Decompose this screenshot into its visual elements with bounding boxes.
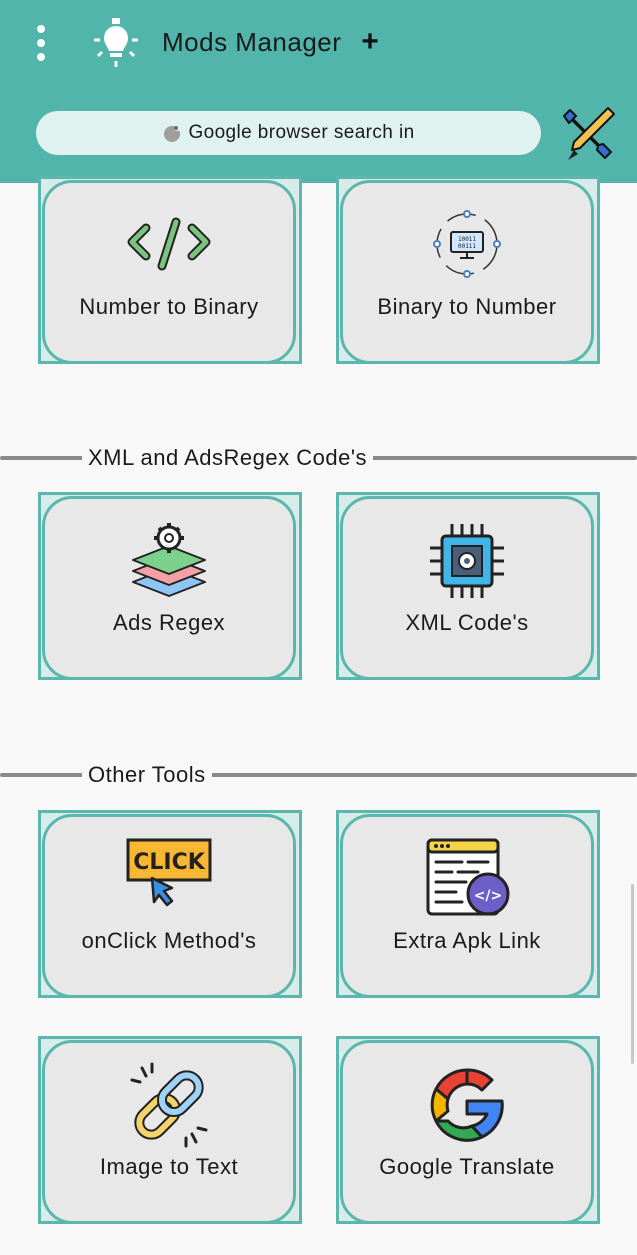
app-title: Mods Manager (162, 27, 342, 57)
card-xml-codes[interactable]: XML Code's (336, 492, 600, 682)
binary-computer-icon: 10011 00111 (433, 210, 501, 278)
app-header: Mods Manager + Google browser search in (0, 0, 637, 183)
svg-text:10011: 10011 (458, 236, 476, 243)
more-vert-icon[interactable] (30, 24, 52, 62)
card-label: XML Code's (405, 610, 529, 635)
card-google-translate[interactable]: Google Translate (336, 1036, 600, 1226)
card-extra-apk-link[interactable]: </> Extra Apk Link (336, 810, 600, 1000)
search-placeholder: Google browser search in (188, 122, 415, 143)
click-icon-text: CLICK (133, 850, 205, 875)
card-label: Extra Apk Link (393, 928, 541, 953)
card-label: Number to Binary (79, 294, 259, 319)
web-code-icon: </> (426, 838, 510, 916)
card-label: Google Translate (379, 1154, 555, 1179)
scrollbar[interactable] (631, 884, 634, 1064)
search-icon (164, 125, 181, 142)
plus-icon[interactable]: + (356, 24, 384, 60)
layers-gear-icon (132, 523, 206, 597)
card-binary-to-number[interactable]: 10011 00111 Binary to Number (336, 176, 600, 366)
code-icon (127, 217, 211, 271)
google-icon (430, 1068, 504, 1142)
card-label: Ads Regex (112, 610, 226, 635)
lightbulb-icon (94, 18, 138, 67)
svg-text:</>: </> (474, 888, 503, 904)
search-bar[interactable]: Google browser search in (36, 111, 541, 155)
card-image-to-text[interactable]: Image to Text (38, 1036, 302, 1226)
click-icon: CLICK (126, 838, 212, 907)
card-ads-regex[interactable]: Ads Regex (38, 492, 302, 682)
card-label: onClick Method's (81, 928, 257, 953)
link-icon (130, 1062, 208, 1148)
cpu-chip-icon (430, 524, 504, 598)
svg-text:00111: 00111 (458, 243, 476, 250)
section-title: Other Tools (82, 762, 212, 788)
card-label: Image to Text (99, 1154, 239, 1179)
section-title: XML and AdsRegex Code's (82, 445, 374, 471)
card-number-to-binary[interactable]: Number to Binary (38, 176, 302, 366)
tools-icon[interactable] (556, 102, 618, 164)
card-onclick-methods[interactable]: CLICK onClick Method's (38, 810, 302, 1000)
card-label: Binary to Number (377, 294, 557, 319)
